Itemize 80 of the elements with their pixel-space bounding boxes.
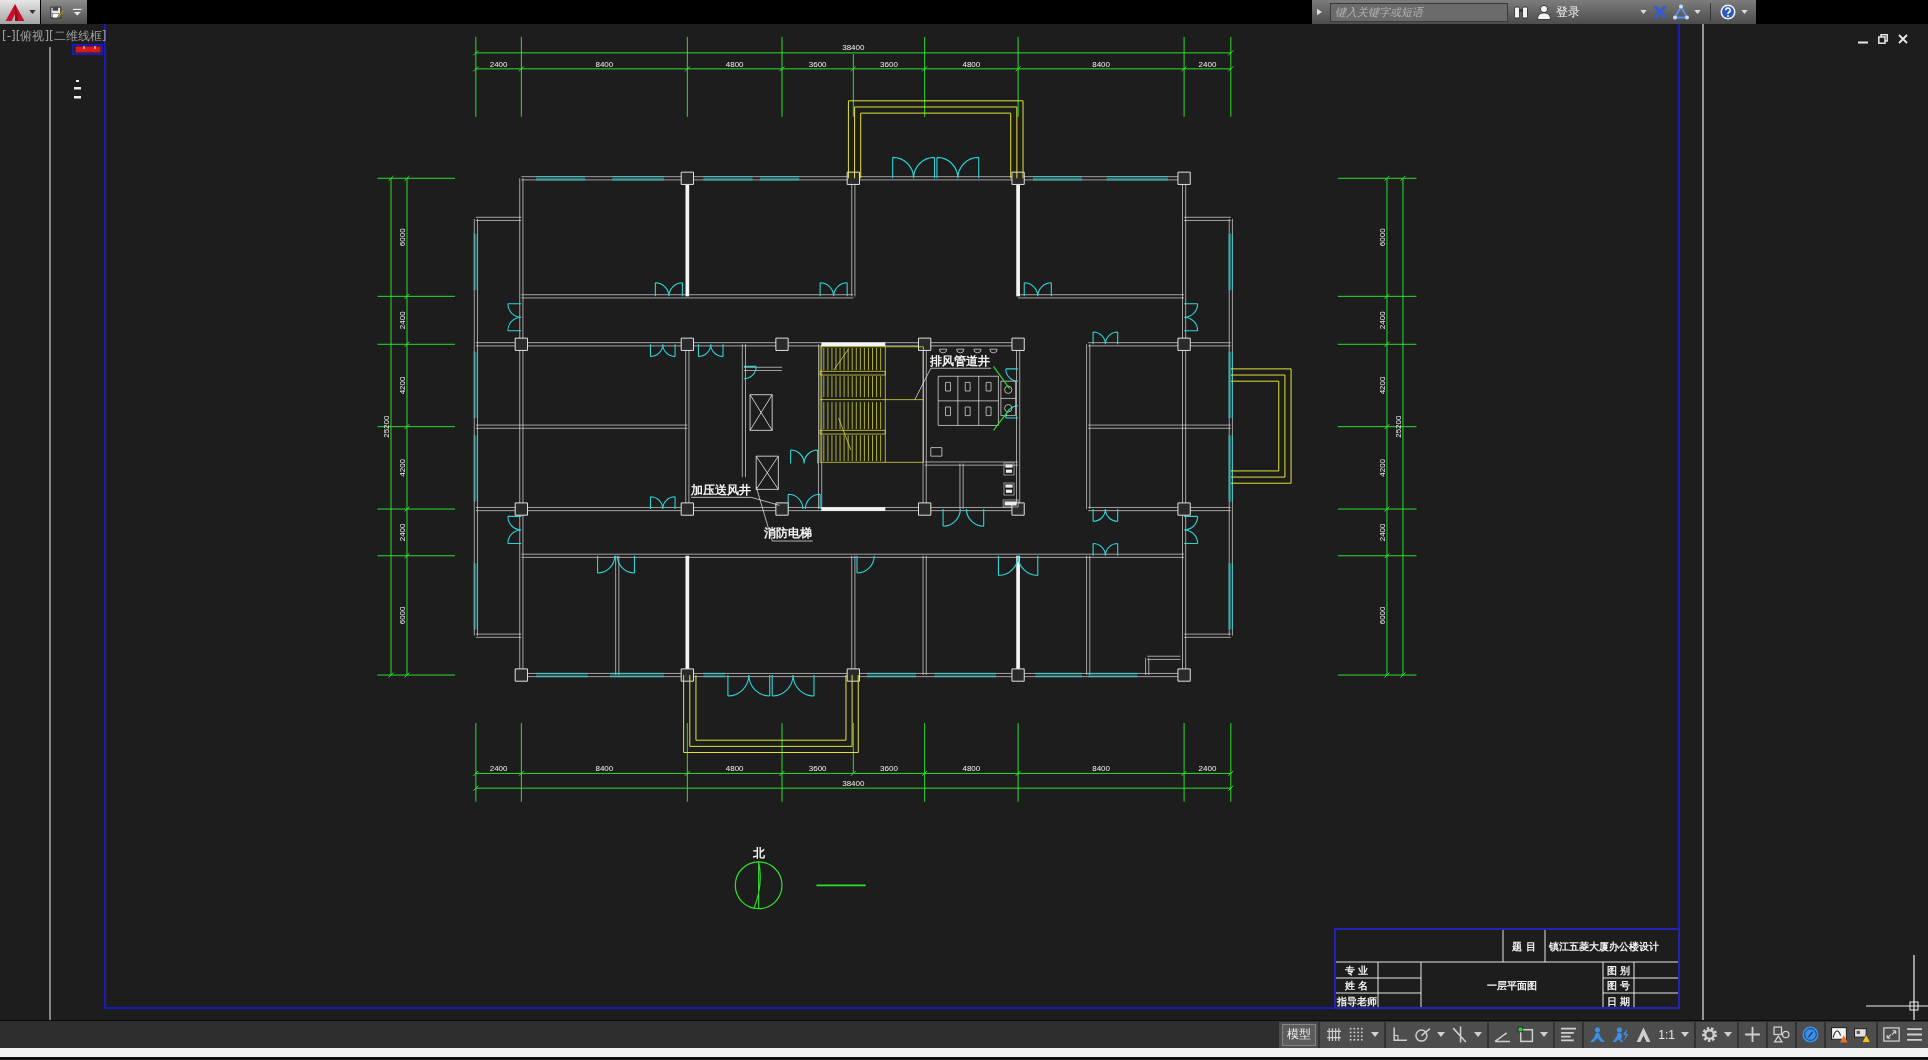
title-block-label: 图 号 — [1606, 980, 1631, 992]
project-name: 镇江五菱大厦办公楼设计 — [1549, 940, 1659, 952]
scale-bar-line — [815, 884, 867, 887]
caret-right-icon[interactable] — [1317, 8, 1322, 16]
close-icon[interactable] — [1898, 34, 1908, 44]
dimension-text: 4200 — [397, 459, 407, 477]
caret-icon[interactable] — [1640, 10, 1647, 14]
title-block-label: 题 目 — [1512, 940, 1536, 952]
dimension-text: 8400 — [1092, 764, 1110, 774]
elevator-shaft-drawing — [755, 455, 779, 490]
gear-icon — [1701, 1026, 1718, 1043]
dimension-text: 2400 — [397, 523, 407, 542]
dimension-text: 2400 — [1198, 764, 1217, 774]
plan-label: 排风管道井 — [930, 354, 991, 369]
plan-label: 消防电梯 — [764, 526, 813, 541]
dimension-text: 2400 — [397, 311, 407, 330]
dimension-text: 2400 — [489, 764, 508, 774]
title-block-label: 图 别 — [1606, 965, 1631, 976]
dimension-text: 4800 — [725, 764, 744, 774]
north-label: 北 — [753, 846, 766, 860]
restore-icon[interactable] — [1878, 34, 1888, 44]
dimension-text: 4800 — [962, 764, 981, 774]
dimension-text: 2400 — [1377, 523, 1387, 542]
dimension-text: 8400 — [595, 764, 614, 774]
caret-icon[interactable] — [1741, 10, 1748, 14]
dimension-text: 25200 — [1393, 415, 1403, 438]
sign-in-button[interactable]: 登录 — [1536, 3, 1580, 21]
search-field[interactable]: 键入关键字或短语 — [1330, 2, 1508, 22]
small-tag-drawing — [1003, 462, 1015, 476]
user-icon — [1536, 4, 1552, 20]
shapes-icon — [1773, 1026, 1790, 1043]
plan-label: 加压送风井 — [690, 483, 751, 498]
dimension-text: 4800 — [962, 59, 981, 69]
title-block-label: 姓 名 — [1344, 980, 1369, 992]
graph-warning-icon — [1831, 1026, 1848, 1043]
title-block-label: 指导老师 — [1336, 995, 1377, 1007]
dimension-text: 25200 — [381, 415, 391, 438]
dimension-text: 8400 — [1092, 59, 1110, 69]
help-icon[interactable] — [1720, 4, 1736, 20]
small-tag-drawing — [1002, 499, 1019, 508]
viewport-label[interactable]: [-][俯视][二维线框] — [2, 29, 107, 43]
title-block-label: 日 期 — [1606, 995, 1631, 1007]
dimension-text: 3600 — [880, 764, 898, 774]
fullscreen-icon — [1883, 1026, 1900, 1043]
tag-marker-drawing — [72, 44, 103, 55]
dimension-text: 4200 — [1377, 376, 1387, 395]
dimension-text: 8400 — [595, 59, 614, 69]
dimension-text: 2400 — [489, 59, 508, 69]
model-tab[interactable]: 模型 — [1282, 1023, 1317, 1046]
dimension-text: 2400 — [1377, 311, 1387, 330]
dimension-text: 4200 — [1377, 459, 1387, 477]
caret-icon[interactable] — [1694, 10, 1701, 14]
elevator-shaft-drawing — [749, 394, 773, 431]
app-logo-icon — [5, 3, 25, 21]
dimension-text: 38400 — [842, 778, 865, 788]
dimension-text: 6000 — [1377, 228, 1387, 247]
menu-icon — [1906, 1026, 1923, 1043]
binoculars-icon[interactable] — [1513, 4, 1529, 20]
dimension-text: 3600 — [880, 59, 898, 69]
drawing-title: 一层平面图 — [1487, 980, 1537, 991]
dimension-text: 4200 — [397, 376, 407, 395]
dimension-text: 3600 — [808, 764, 827, 774]
dimension-text: 38400 — [842, 43, 865, 53]
floppy-pencil-icon[interactable] — [50, 4, 65, 20]
dimension-text: 6000 — [1377, 606, 1387, 625]
dimension-text: 6000 — [397, 606, 407, 625]
dimension-text: 2400 — [1198, 59, 1217, 69]
customize-caret-icon[interactable] — [73, 8, 82, 16]
triangle-nodes-icon[interactable] — [1673, 4, 1689, 20]
dimension-text: 6000 — [397, 228, 407, 247]
scale-list-button[interactable]: 1:1 — [1655, 1022, 1692, 1047]
caret-icon — [29, 10, 36, 14]
app-menu-button[interactable] — [0, 0, 40, 24]
title-block-label: 专 业 — [1344, 965, 1369, 976]
card-warning-icon — [1854, 1026, 1871, 1043]
point-markers-drawing — [74, 80, 81, 99]
crosshair-cursor-icon — [1865, 954, 1928, 1020]
dimension-text: 4800 — [725, 59, 744, 69]
dimension-text: 3600 — [808, 59, 827, 69]
small-tag-drawing — [1003, 482, 1015, 496]
